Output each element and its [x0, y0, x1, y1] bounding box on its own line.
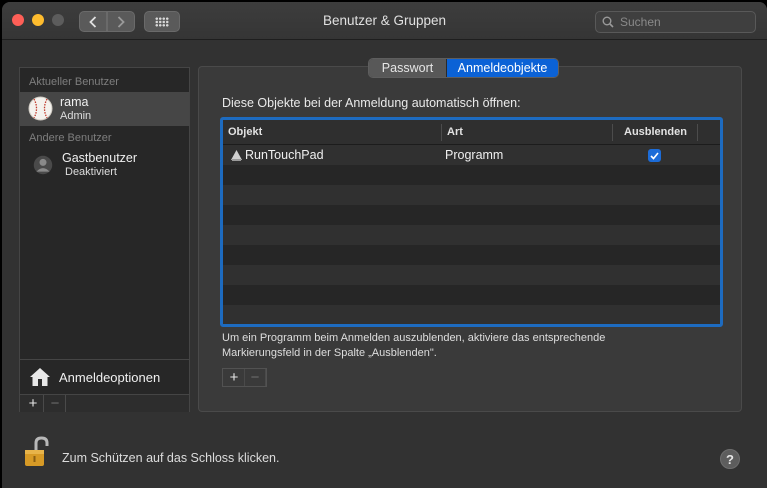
empty-row [223, 225, 720, 245]
hint-line: Markierungsfeld in der Spalte „Ausblende… [222, 347, 437, 359]
empty-row [223, 205, 720, 225]
other-users-section-label: Andere Benutzer [29, 132, 112, 144]
user-role: Deaktiviert [65, 166, 117, 178]
column-divider [612, 124, 613, 141]
current-user-section-label: Aktueller Benutzer [29, 76, 119, 88]
user-row-guest[interactable]: Gastbenutzer Deaktiviert [20, 148, 189, 182]
column-header-type[interactable]: Art [447, 126, 463, 138]
table-body: RunTouchPad Programm [223, 145, 720, 324]
add-login-item-button[interactable]: + [224, 369, 245, 386]
baseball-avatar [28, 96, 53, 121]
hint-line: Um ein Programm beim Anmelden auszublend… [222, 332, 606, 344]
sidebar-toolbar: + − [20, 394, 189, 412]
guest-user-icon [33, 155, 53, 175]
empty-row [223, 185, 720, 205]
unlocked-padlock-icon[interactable] [24, 436, 50, 468]
search-field[interactable] [595, 11, 756, 33]
row-type: Programm [445, 148, 504, 162]
column-divider [441, 124, 442, 141]
checkmark-icon [650, 151, 659, 160]
column-header-object[interactable]: Objekt [228, 126, 262, 138]
user-row-current[interactable]: rama Admin [20, 92, 189, 126]
login-items-toolbar: + − [222, 368, 267, 387]
login-items-heading: Diese Objekte bei der Anmeldung automati… [222, 96, 521, 110]
hide-checkbox[interactable] [648, 149, 661, 162]
tab-login-items[interactable]: Anmeldeobjekte [447, 59, 558, 77]
remove-user-button[interactable]: − [45, 395, 66, 412]
user-name: Gastbenutzer [62, 151, 138, 165]
login-items-table[interactable]: Objekt Art Ausblenden RunTouchPad Progra… [220, 117, 723, 327]
app-icon [231, 150, 242, 161]
add-user-button[interactable]: + [23, 395, 44, 412]
login-options-item[interactable]: Anmeldeoptionen [20, 359, 189, 394]
search-icon [602, 16, 614, 28]
hide-hint-text: Um ein Programm beim Anmelden auszublend… [222, 331, 692, 361]
help-button[interactable]: ? [720, 449, 740, 469]
login-options-label: Anmeldeoptionen [59, 369, 161, 385]
table-row[interactable]: RunTouchPad Programm [223, 145, 720, 165]
tab-bar: Passwort Anmeldeobjekte [368, 58, 559, 78]
empty-row [223, 285, 720, 305]
row-object-name: RunTouchPad [245, 148, 324, 162]
empty-row [223, 165, 720, 185]
user-role: Admin [60, 110, 92, 122]
empty-row [223, 265, 720, 285]
house-icon [30, 368, 50, 386]
lock-instruction: Zum Schützen auf das Schloss klicken. [62, 451, 280, 465]
remove-login-item-button[interactable]: − [245, 369, 266, 386]
search-input[interactable] [620, 15, 750, 29]
column-divider [697, 124, 698, 141]
title-bar: Benutzer & Gruppen [2, 2, 767, 40]
empty-row [223, 305, 720, 324]
users-sidebar: Aktueller Benutzer rama Admin Andere Ben… [19, 67, 190, 412]
column-header-hide[interactable]: Ausblenden [624, 126, 687, 138]
table-header: Objekt Art Ausblenden [223, 120, 720, 145]
empty-row [223, 245, 720, 265]
tab-password[interactable]: Passwort [369, 59, 447, 77]
user-name: rama [60, 95, 89, 109]
